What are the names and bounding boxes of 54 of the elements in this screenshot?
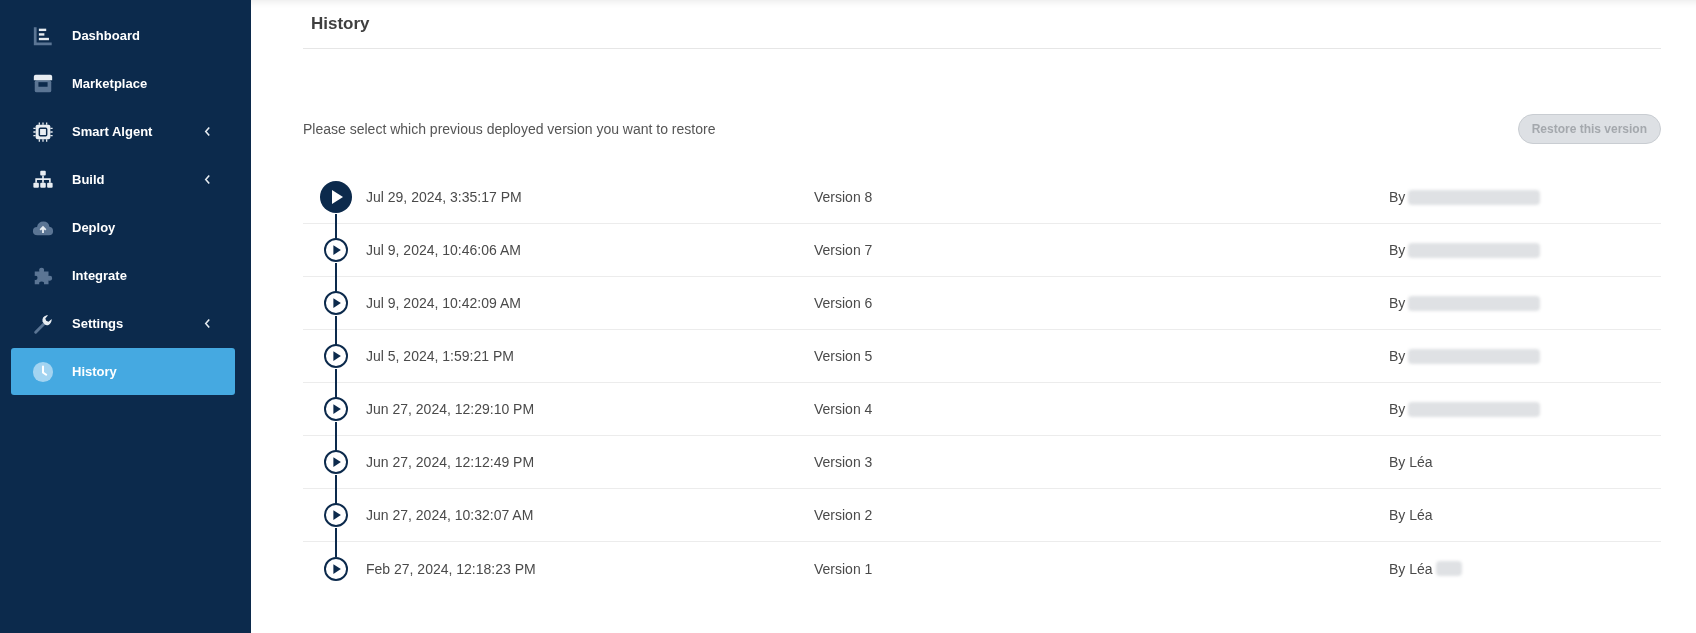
hierarchy-icon (32, 168, 54, 191)
play-icon[interactable] (324, 397, 348, 421)
sidebar-item[interactable]: Settings (11, 300, 235, 347)
timeline-connector (335, 213, 337, 239)
play-icon[interactable] (324, 238, 348, 262)
version-date: Jul 29, 2024, 3:35:17 PM (366, 189, 523, 205)
version-date: Jul 9, 2024, 10:46:06 AM (366, 242, 522, 258)
play-icon[interactable] (320, 181, 352, 213)
play-icon[interactable] (324, 556, 348, 581)
version-label: Version 1 (814, 560, 874, 577)
version-label: Version 5 (814, 348, 874, 364)
timeline-connector (335, 421, 337, 451)
version-label: Version 8 (814, 189, 874, 205)
author-text: By (1389, 295, 1406, 311)
version-label: Version 3 (814, 454, 874, 470)
wrench-icon (32, 312, 54, 335)
storefront-icon (32, 72, 54, 95)
version-label: Version 2 (814, 507, 874, 523)
version-date: Jul 5, 2024, 1:59:21 PM (366, 348, 515, 364)
timeline-connector (335, 315, 337, 345)
version-label: Version 7 (814, 242, 874, 258)
author-text: By Léa (1389, 507, 1433, 523)
version-date: Jun 27, 2024, 10:32:07 AM (366, 507, 535, 523)
sidebar-item[interactable]: Build (11, 156, 235, 203)
version-date: Jun 27, 2024, 12:12:49 PM (366, 454, 536, 470)
play-icon[interactable] (324, 291, 348, 315)
author-text: By (1389, 242, 1406, 258)
instruction-text: Please select which previous deployed version you want to restore (303, 121, 716, 137)
author-text: By (1389, 348, 1406, 364)
author-text: By (1389, 401, 1406, 417)
sidebar-item[interactable]: Integrate (11, 252, 235, 299)
clock-icon (32, 360, 54, 383)
version-date: Jul 9, 2024, 10:42:09 AM (366, 295, 522, 311)
sidebar-item[interactable]: Smart Algent (11, 108, 235, 155)
version-date: Jun 27, 2024, 12:29:10 PM (366, 401, 536, 417)
dashboard-chart-icon (32, 24, 54, 47)
version-date: Feb 27, 2024, 12:18:23 PM (366, 560, 537, 577)
timeline-connector (335, 368, 337, 398)
timeline-connector (335, 262, 337, 292)
sidebar-item[interactable]: Marketplace (11, 60, 235, 107)
page-title: History (303, 0, 1661, 49)
timeline-connector (335, 474, 337, 504)
sidebar-item[interactable]: Dashboard (11, 12, 235, 59)
version-label: Version 4 (814, 401, 874, 417)
timeline-connector (335, 527, 337, 557)
sidebar-item[interactable]: Deploy (11, 204, 235, 251)
author-text: By Léa (1389, 454, 1433, 470)
author-text: By Léa (1389, 560, 1433, 577)
version-label: Version 6 (814, 295, 874, 311)
play-icon[interactable] (324, 503, 348, 527)
chip-icon (32, 120, 54, 143)
play-icon[interactable] (324, 344, 348, 368)
author-text: By (1389, 189, 1406, 205)
play-icon[interactable] (324, 450, 348, 474)
